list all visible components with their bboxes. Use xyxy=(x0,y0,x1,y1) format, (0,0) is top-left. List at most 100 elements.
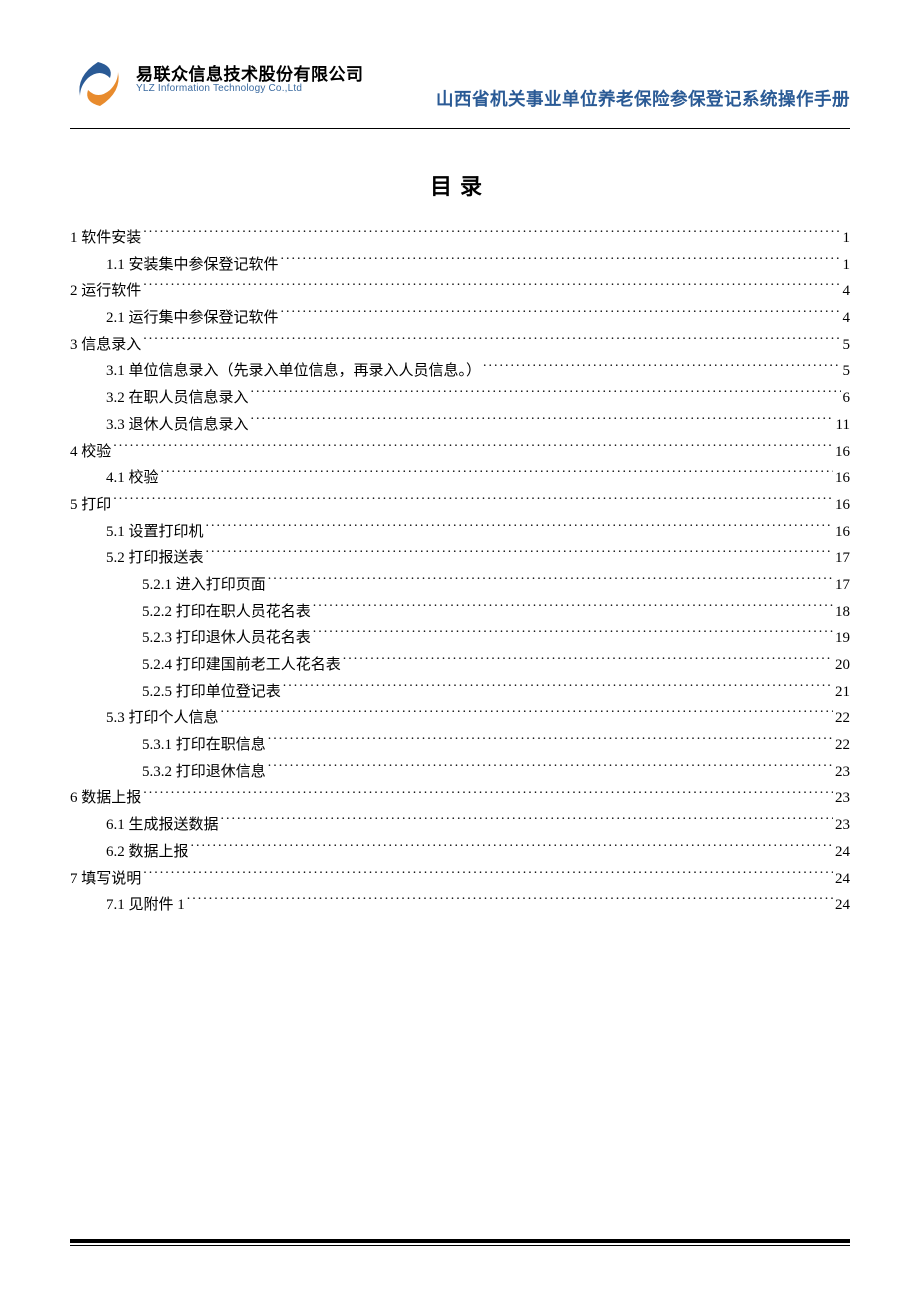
toc-entry-page: 24 xyxy=(835,892,850,919)
toc-leader-dots xyxy=(143,868,833,883)
toc-entry-label: 4.1 校验 xyxy=(106,465,159,492)
toc-entry-label: 5 打印 xyxy=(70,492,111,519)
toc-entry-page: 5 xyxy=(843,358,851,385)
toc-leader-dots xyxy=(343,654,833,669)
toc-entry-label: 7 填写说明 xyxy=(70,866,141,893)
toc-entry-page: 24 xyxy=(835,866,850,893)
toc-entry: 5.2 打印报送表 17 xyxy=(70,545,850,572)
toc-entry: 3.3 退休人员信息录入 11 xyxy=(70,412,850,439)
toc-entry-label: 1.1 安装集中参保登记软件 xyxy=(106,252,279,279)
toc-entry-page: 16 xyxy=(835,465,850,492)
toc-leader-dots xyxy=(143,334,840,349)
toc-entry-page: 4 xyxy=(843,305,851,332)
toc-entry-label: 6 数据上报 xyxy=(70,785,141,812)
document-page: 易联众信息技术股份有限公司 YLZ Information Technology… xyxy=(0,0,920,919)
toc-entry: 5.2.1 进入打印页面17 xyxy=(70,572,850,599)
footer-rule-thick xyxy=(70,1239,850,1243)
toc-entry-label: 5.2.2 打印在职人员花名表 xyxy=(142,599,311,626)
toc-entry-label: 5.2 打印报送表 xyxy=(106,545,204,572)
toc-entry-page: 16 xyxy=(835,492,850,519)
toc-leader-dots xyxy=(221,707,833,722)
toc-entry: 3.2 在职人员信息录入 6 xyxy=(70,385,850,412)
toc-leader-dots xyxy=(191,841,833,856)
toc-leader-dots xyxy=(313,627,833,642)
toc-entry: 7 填写说明 24 xyxy=(70,866,850,893)
toc-entry: 4.1 校验 16 xyxy=(70,465,850,492)
toc-entry: 5.3.1 打印在职信息 22 xyxy=(70,732,850,759)
toc-entry: 5.3 打印个人信息 22 xyxy=(70,705,850,732)
company-name-cn: 易联众信息技术股份有限公司 xyxy=(136,66,364,84)
toc-entry-label: 4 校验 xyxy=(70,439,111,466)
toc-entry: 4 校验 16 xyxy=(70,439,850,466)
toc-entry: 6 数据上报 23 xyxy=(70,785,850,812)
toc-entry-label: 5.2.3 打印退休人员花名表 xyxy=(142,625,311,652)
toc-entry: 5.2.5 打印单位登记表 21 xyxy=(70,679,850,706)
footer-rule-thin xyxy=(70,1245,850,1246)
toc-entry-label: 2.1 运行集中参保登记软件 xyxy=(106,305,279,332)
page-header: 易联众信息技术股份有限公司 YLZ Information Technology… xyxy=(70,56,850,120)
toc-entry-page: 17 xyxy=(835,545,850,572)
toc-entry-label: 5.3.1 打印在职信息 xyxy=(142,732,266,759)
toc-entry: 5.1 设置打印机 16 xyxy=(70,519,850,546)
toc-entry-page: 18 xyxy=(835,599,850,626)
toc-leader-dots xyxy=(113,441,833,456)
toc-entry-page: 22 xyxy=(835,705,850,732)
toc-entry-page: 23 xyxy=(835,759,850,786)
toc-entry-page: 5 xyxy=(843,332,851,359)
toc-entry: 5.2.4 打印建国前老工人花名表20 xyxy=(70,652,850,679)
toc-entry: 2 运行软件4 xyxy=(70,278,850,305)
toc-entry: 5 打印 16 xyxy=(70,492,850,519)
toc-entry-page: 11 xyxy=(836,412,850,439)
toc-leader-dots xyxy=(283,681,833,696)
toc-leader-dots xyxy=(113,494,833,509)
toc-entry-label: 2 运行软件 xyxy=(70,278,141,305)
toc-leader-dots xyxy=(268,734,833,749)
toc-leader-dots xyxy=(143,280,840,295)
toc-entry-label: 3 信息录入 xyxy=(70,332,141,359)
toc-entry: 3 信息录入 5 xyxy=(70,332,850,359)
toc-entry: 6.1 生成报送数据23 xyxy=(70,812,850,839)
table-of-contents: 1 软件安装11.1 安装集中参保登记软件12 运行软件42.1 运行集中参保登… xyxy=(70,225,850,919)
toc-entry-label: 5.2.5 打印单位登记表 xyxy=(142,679,281,706)
toc-leader-dots xyxy=(221,814,833,829)
document-title: 山西省机关事业单位养老保险参保登记系统操作手册 xyxy=(436,86,850,111)
company-name-block: 易联众信息技术股份有限公司 YLZ Information Technology… xyxy=(136,66,364,94)
toc-entry-page: 22 xyxy=(835,732,850,759)
footer-divider xyxy=(70,1239,850,1246)
toc-leader-dots xyxy=(251,414,834,429)
header-divider xyxy=(70,128,850,129)
toc-entry-page: 1 xyxy=(843,225,851,252)
toc-entry-page: 16 xyxy=(835,439,850,466)
toc-entry: 5.2.3 打印退休人员花名表19 xyxy=(70,625,850,652)
toc-entry: 1.1 安装集中参保登记软件1 xyxy=(70,252,850,279)
toc-leader-dots xyxy=(143,787,833,802)
toc-entry-label: 7.1 见附件 1 xyxy=(106,892,185,919)
toc-leader-dots xyxy=(206,521,833,536)
toc-leader-dots xyxy=(268,761,833,776)
toc-leader-dots xyxy=(143,227,840,242)
toc-entry-label: 5.1 设置打印机 xyxy=(106,519,204,546)
toc-leader-dots xyxy=(187,894,833,909)
toc-entry-page: 21 xyxy=(835,679,850,706)
toc-leader-dots xyxy=(281,254,841,269)
toc-leader-dots xyxy=(313,601,833,616)
toc-entry-page: 24 xyxy=(835,839,850,866)
toc-entry-page: 23 xyxy=(835,785,850,812)
toc-entry-label: 5.2.4 打印建国前老工人花名表 xyxy=(142,652,341,679)
toc-entry-label: 5.3 打印个人信息 xyxy=(106,705,219,732)
toc-entry-page: 6 xyxy=(843,385,851,412)
toc-entry-label: 1 软件安装 xyxy=(70,225,141,252)
toc-leader-dots xyxy=(251,387,841,402)
toc-entry: 1 软件安装 1 xyxy=(70,225,850,252)
toc-entry-page: 23 xyxy=(835,812,850,839)
toc-entry-label: 3.3 退休人员信息录入 xyxy=(106,412,249,439)
toc-entry-label: 5.3.2 打印退休信息 xyxy=(142,759,266,786)
toc-heading: 目录 xyxy=(70,169,850,201)
toc-entry-label: 6.2 数据上报 xyxy=(106,839,189,866)
toc-entry: 2.1 运行集中参保登记软件 4 xyxy=(70,305,850,332)
toc-entry-page: 17 xyxy=(835,572,850,599)
company-logo-icon xyxy=(70,56,128,117)
toc-entry-page: 16 xyxy=(835,519,850,546)
toc-entry-label: 3.1 单位信息录入（先录入单位信息，再录入人员信息。） xyxy=(106,358,481,385)
toc-entry-label: 3.2 在职人员信息录入 xyxy=(106,385,249,412)
